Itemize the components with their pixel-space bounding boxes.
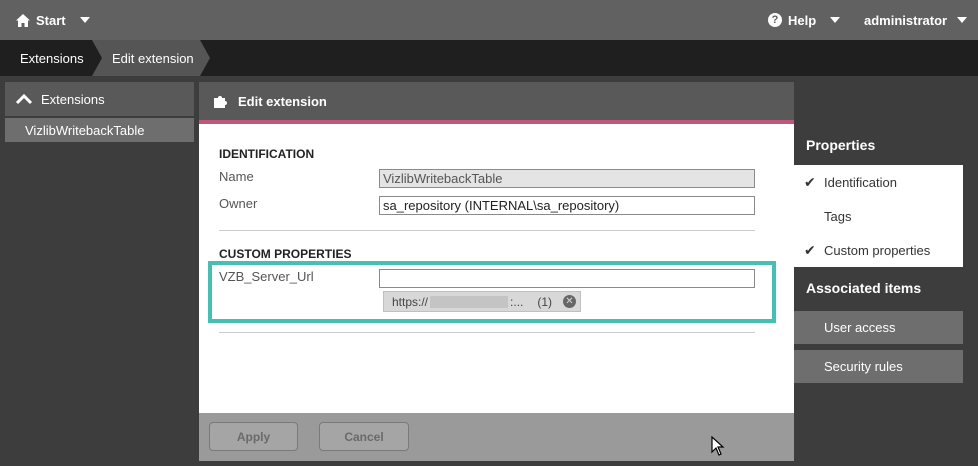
help-icon: ? [768,13,782,27]
sidebar-header-label: Extensions [41,91,105,107]
chevron-down-icon [79,17,90,23]
remove-tag-icon[interactable]: ✕ [563,295,576,308]
name-field: VizlibWritebackTable [379,169,755,188]
breadcrumb: Extensions Edit extension [0,40,978,76]
tag-prefix: https:// [392,294,429,309]
breadcrumb-extensions[interactable]: Extensions [0,40,98,76]
user-label: administrator [864,12,948,28]
identification-title: IDENTIFICATION [219,147,315,161]
vzb-server-url-label: VZB_Server_Url [219,269,314,284]
properties-item-label: Identification [824,174,897,190]
associated-items-title: Associated items [806,280,922,296]
properties-item-custom-properties[interactable]: ✔ Custom properties [794,233,963,267]
apply-button[interactable]: Apply [209,422,298,451]
check-icon: ✔ [804,174,816,190]
properties-panel: Properties ✔ Identification Tags ✔ Custo… [794,124,978,466]
start-menu[interactable]: Start [16,0,90,40]
properties-list: ✔ Identification Tags ✔ Custom propertie… [794,165,963,267]
chevron-up-icon [15,93,33,105]
divider [219,230,755,231]
cancel-button[interactable]: Cancel [319,422,409,451]
edit-form: IDENTIFICATION Name VizlibWritebackTable… [199,124,794,413]
sidebar-item-vizlibwritebacktable[interactable]: VizlibWritebackTable [5,118,194,142]
help-menu[interactable]: ? Help [768,0,841,40]
bottom-strip [199,461,794,466]
chevron-down-icon [957,17,968,23]
tag-count: (1) [537,294,553,309]
top-bar: Start ? Help administrator [0,0,978,40]
user-menu[interactable]: administrator [864,0,968,40]
page-title: Edit extension [238,93,327,109]
properties-item-identification[interactable]: ✔ Identification [794,165,963,199]
owner-field[interactable]: sa_repository (INTERNAL\sa_repository) [379,196,755,215]
help-label: Help [788,12,817,28]
properties-item-label: Custom properties [824,242,931,258]
custom-properties-title: CUSTOM PROPERTIES [219,247,352,261]
sidebar-header[interactable]: Extensions [5,82,194,116]
redacted-block [430,295,509,308]
vzb-server-url-input[interactable] [379,269,755,288]
associated-item-security-rules[interactable]: Security rules [794,350,963,383]
sidebar: Extensions VizlibWritebackTable [0,76,199,466]
mouse-cursor-icon [711,436,725,456]
owner-label: Owner [219,196,258,211]
properties-item-label: Tags [824,208,852,224]
panel-header: Edit extension [199,82,794,120]
properties-title: Properties [806,136,876,153]
start-label: Start [36,12,66,28]
check-icon: ✔ [804,242,816,258]
value-tag[interactable]: https:// :... (1) ✕ [383,291,581,312]
associated-item-user-access[interactable]: User access [794,311,963,344]
form-footer: Apply Cancel [199,413,794,461]
divider [219,332,755,333]
breadcrumb-edit-extension: Edit extension [92,40,210,76]
puzzle-icon [214,95,227,108]
chevron-down-icon [830,17,841,23]
properties-item-tags[interactable]: Tags [794,199,963,233]
home-icon [16,13,30,27]
name-label: Name [219,169,254,184]
tag-suffix: :... [510,294,524,309]
